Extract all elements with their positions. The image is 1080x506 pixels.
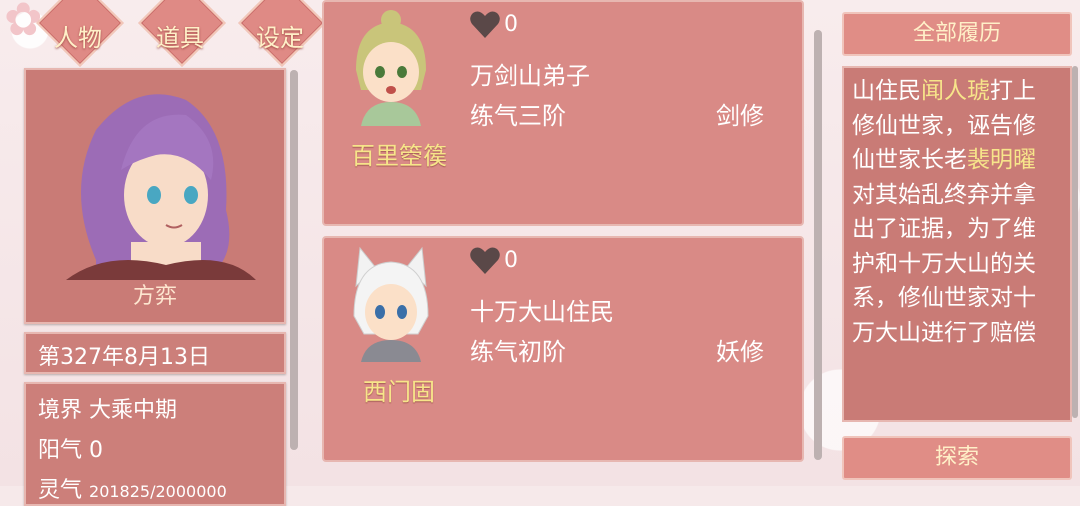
- character-card[interactable]: 百里箜篌 0 万剑山弟子 练气三阶 剑修: [322, 0, 804, 226]
- explore-button[interactable]: 探索: [842, 436, 1072, 480]
- heart-icon: [470, 11, 500, 38]
- all-history-tab[interactable]: 全部履历: [842, 12, 1072, 56]
- stat-yang-label: 阳气: [38, 438, 83, 463]
- character-title: 万剑山弟子: [470, 62, 590, 90]
- character-name: 百里箜篌: [351, 142, 447, 170]
- player-name: 方弈: [132, 284, 177, 309]
- player-portrait-panel[interactable]: 方弈: [24, 68, 286, 324]
- heart-icon: [470, 247, 500, 274]
- nav-items-button[interactable]: 道具: [138, 0, 226, 70]
- nav-settings-button[interactable]: 设定: [238, 0, 326, 70]
- nav-settings-label: 设定: [256, 24, 304, 52]
- stat-realm: 境界 大乘中期: [38, 392, 177, 424]
- left-scrollbar-thumb[interactable]: [290, 70, 298, 450]
- nav-items-label: 道具: [156, 24, 204, 52]
- stat-yang-value: 0: [89, 438, 104, 463]
- character-path: 妖修: [716, 338, 764, 366]
- stat-spirit: 灵气 201825/2000000: [38, 472, 227, 504]
- character-card[interactable]: 西门固 0 十万大山住民 练气初阶 妖修: [322, 236, 804, 462]
- history-person-name: 裴明曜: [967, 147, 1036, 173]
- history-entry: 山住民闻人琥打上修仙世家，诬告修仙世家长老裴明曜对其始乱终弃并拿出了证据，为了维…: [852, 74, 1042, 350]
- stat-realm-label: 境界: [38, 398, 83, 423]
- character-likes: 0: [504, 248, 518, 273]
- date-panel: 第327年8月13日: [24, 332, 286, 374]
- list-scrollbar-thumb[interactable]: [814, 30, 822, 460]
- history-panel[interactable]: 山住民闻人琥打上修仙世家，诬告修仙世家长老裴明曜对其始乱终弃并拿出了证据，为了维…: [842, 66, 1072, 422]
- nav-characters-label: 人物: [54, 24, 102, 52]
- game-date: 第327年8月13日: [38, 345, 210, 370]
- history-scrollbar[interactable]: [1072, 66, 1078, 418]
- player-stats-panel: 境界 大乘中期 阳气 0 灵气 201825/2000000: [24, 382, 286, 506]
- left-scrollbar[interactable]: [290, 70, 298, 450]
- history-scrollbar-thumb[interactable]: [1072, 66, 1078, 418]
- stat-spirit-label: 灵气: [38, 478, 83, 503]
- character-realm: 练气三阶: [470, 102, 566, 130]
- player-portrait: [66, 94, 256, 280]
- history-text-segment: 山住民: [852, 78, 921, 104]
- history-person-name: 闻人琥: [921, 78, 990, 104]
- history-text-segment: 对其始乱终弃并拿出了证据，为了维护和十万大山的关系，修仙世家对十万大山进行了赔偿: [852, 181, 1036, 346]
- character-realm: 练气初阶: [470, 338, 566, 366]
- character-avatar: [356, 10, 426, 126]
- nav-characters-button[interactable]: 人物: [36, 0, 124, 70]
- character-title: 十万大山住民: [470, 298, 614, 326]
- stat-realm-value: 大乘中期: [89, 398, 178, 423]
- character-path: 剑修: [716, 102, 764, 130]
- list-scrollbar[interactable]: [814, 30, 822, 460]
- stat-yang: 阳气 0: [38, 432, 103, 464]
- character-name: 西门固: [363, 378, 435, 406]
- stat-spirit-value: 201825/2000000: [89, 482, 227, 501]
- character-avatar: [353, 246, 429, 362]
- character-likes: 0: [504, 12, 518, 37]
